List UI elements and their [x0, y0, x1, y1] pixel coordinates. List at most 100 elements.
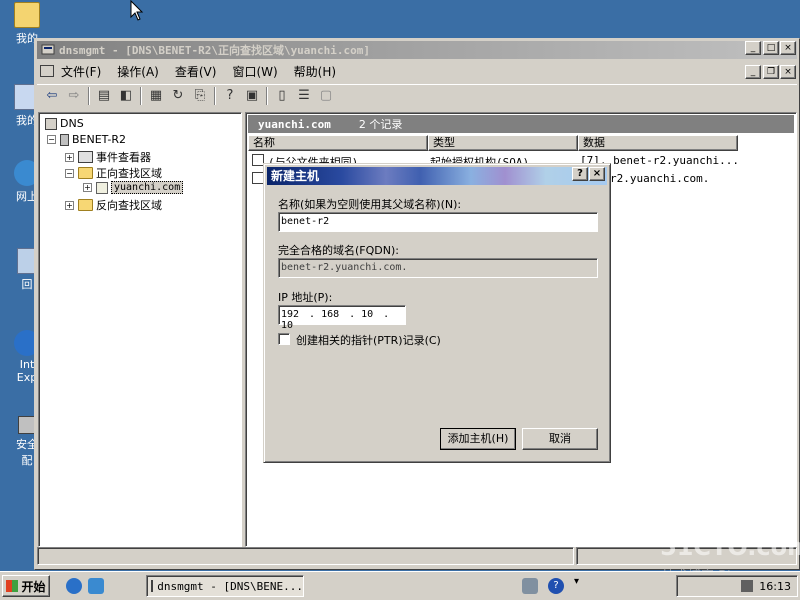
tree-item-reverse-zones[interactable]: + 反向查找区域 [65, 197, 162, 213]
speaker-icon[interactable] [741, 580, 754, 592]
menu-file[interactable]: 文件(F) [37, 63, 109, 80]
tree-label: yuanchi.com [111, 181, 184, 194]
tree-item-server[interactable]: − BENET-R2 [47, 133, 126, 146]
results-header: yuanchi.com 2 个记录 [248, 115, 794, 133]
name-label: 名称(如果为空则使用其父域名称)(N): [278, 198, 462, 211]
ip-octet-4[interactable]: 10 [281, 320, 301, 331]
clock[interactable]: 16:13 [759, 580, 791, 593]
folder-icon [14, 2, 40, 28]
toolbar-separator [88, 86, 90, 105]
network-tray-icon[interactable] [522, 578, 538, 594]
dialog-close-button[interactable]: × [589, 167, 605, 181]
ip-dot: . [309, 309, 316, 320]
tree-label: 正向查找区域 [96, 167, 162, 180]
refresh-icon[interactable]: ↻ [167, 86, 189, 106]
explorer-quicklaunch-icon[interactable] [88, 578, 104, 594]
ip-octet-1[interactable]: 192 [281, 309, 309, 320]
mdi-minimize-button[interactable]: _ [745, 65, 761, 79]
zone-icon [96, 181, 108, 194]
taskbar: 开始 dnsmgmt - [DNS\BENE... ? ▾ 16:13 [0, 571, 800, 600]
start-label: 开始 [21, 579, 46, 594]
ip-octet-2[interactable]: 168 [321, 309, 349, 320]
new-host-dialog: 新建主机 ? × 名称(如果为空则使用其父域名称)(N): benet-r2 完… [263, 163, 611, 463]
help-button[interactable]: ? [572, 167, 588, 181]
dns-console-icon [41, 44, 55, 55]
expand-icon[interactable]: + [65, 200, 74, 210]
taskbar-item-label: dnsmgmt - [DNS\BENE... [157, 579, 303, 593]
new-record-icon[interactable]: ☰ [293, 86, 315, 106]
ptr-checkbox-label[interactable]: 创建相关的指针(PTR)记录(C) [296, 332, 441, 348]
status-panel-main [37, 547, 574, 565]
close-button[interactable]: × [780, 41, 796, 55]
desktop-icon-label: 回 [21, 278, 33, 291]
toolbar: ⇦ ⇨ ▤ ◧ ▦ ↻ ⎘ ? ▣ ▯ ☰ ▢ [37, 84, 797, 106]
column-header-type[interactable]: 类型 [428, 135, 578, 151]
new-domain-icon[interactable]: ▢ [315, 86, 337, 106]
dialog-titlebar[interactable]: 新建主机 [267, 167, 607, 185]
ip-dot: . [349, 309, 356, 320]
start-button[interactable]: 开始 [2, 575, 50, 597]
tree-label: BENET-R2 [72, 133, 126, 146]
forward-arrow-icon[interactable]: ⇨ [63, 86, 85, 106]
properties-icon[interactable]: ▦ [145, 86, 167, 106]
zone-name: yuanchi.com [258, 117, 331, 131]
ip-octet-3[interactable]: 10 [361, 309, 383, 320]
tree-label: 反向查找区域 [96, 199, 162, 212]
mdi-close-button[interactable]: × [780, 65, 796, 79]
ie-quicklaunch-icon[interactable] [66, 578, 82, 594]
toolbar-separator [140, 86, 142, 105]
maximize-button[interactable]: □ [763, 41, 779, 55]
column-header-data[interactable]: 数据 [578, 135, 738, 151]
collapse-icon[interactable]: − [47, 135, 56, 144]
collapse-icon[interactable]: − [65, 168, 74, 178]
mouse-cursor-icon [130, 0, 144, 21]
toolbar-separator [266, 86, 268, 105]
ip-dot: . [383, 309, 390, 320]
tree-item-forward-zones[interactable]: − 正向查找区域 [65, 165, 162, 181]
menu-view[interactable]: 查看(V) [167, 63, 225, 80]
window-titlebar[interactable]: dnsmgmt - [DNS\BENET-R2\正向查找区域\yuanchi.c… [37, 41, 797, 59]
up-folder-icon[interactable]: ▤ [93, 86, 115, 106]
dialog-title: 新建主机 [271, 169, 320, 183]
cancel-button[interactable]: 取消 [522, 428, 598, 450]
menu-window[interactable]: 窗口(W) [224, 63, 285, 80]
mdi-restore-button[interactable]: ❐ [763, 65, 779, 79]
event-viewer-icon [78, 151, 93, 163]
folder-icon [78, 199, 93, 211]
taskbar-item-dnsmgmt[interactable]: dnsmgmt - [DNS\BENE... [146, 575, 304, 597]
minimize-button[interactable]: _ [745, 41, 761, 55]
watermark-logo: 51CTO.com [660, 533, 800, 561]
ptr-checkbox[interactable] [278, 333, 290, 345]
dns-console-icon [151, 580, 154, 592]
ip-label: IP 地址(P): [278, 291, 333, 304]
record-data: r2.yuanchi.com. [610, 172, 710, 185]
toolbar-separator [214, 86, 216, 105]
view-icon[interactable]: ▣ [241, 86, 263, 106]
add-host-button[interactable]: 添加主机(H) [440, 428, 516, 450]
host-name-input[interactable]: benet-r2 [278, 212, 598, 232]
expand-icon[interactable]: + [65, 152, 74, 162]
fqdn-field: benet-r2.yuanchi.com. [278, 258, 598, 278]
tree-item-zone[interactable]: + yuanchi.com [83, 181, 184, 194]
tree-item-event-viewer[interactable]: + 事件查看器 [65, 149, 151, 165]
dns-icon [45, 117, 57, 130]
show-tree-icon[interactable]: ◧ [115, 86, 137, 106]
tree-item-dns[interactable]: DNS [45, 117, 84, 130]
column-headers: 名称 类型 数据 [248, 135, 794, 151]
column-header-name[interactable]: 名称 [248, 135, 428, 151]
record-count: 2 个记录 [358, 118, 403, 131]
export-list-icon[interactable]: ⎘ [189, 86, 211, 106]
window-title: dnsmgmt - [DNS\BENET-R2\正向查找区域\yuanchi.c… [59, 44, 371, 57]
update-server-icon[interactable]: ▯ [271, 86, 293, 106]
server-icon [60, 133, 69, 146]
tree-label: 事件查看器 [96, 151, 151, 164]
ip-address-input[interactable]: 192. 168. 10. 10 [278, 305, 406, 331]
back-arrow-icon[interactable]: ⇦ [41, 86, 63, 106]
toolbar-expand-icon[interactable]: ▾ [574, 576, 579, 587]
expand-icon[interactable]: + [83, 183, 92, 192]
menu-help[interactable]: 帮助(H) [286, 63, 344, 80]
help-tray-icon[interactable]: ? [548, 578, 564, 594]
help-icon[interactable]: ? [219, 86, 241, 106]
tree-label: DNS [60, 117, 84, 130]
menu-action[interactable]: 操作(A) [109, 63, 167, 80]
